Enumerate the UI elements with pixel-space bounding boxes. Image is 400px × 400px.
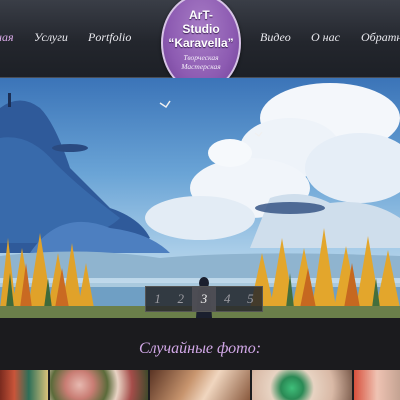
- random-photos-strip: [0, 370, 400, 400]
- nav-item-services[interactable]: Услуги: [34, 30, 68, 45]
- hero-slide-image: [0, 78, 400, 318]
- logo-title-line3: “Karavella”: [168, 36, 234, 50]
- painted-landscape: [0, 83, 400, 318]
- nav-item-about[interactable]: О нас: [311, 30, 340, 45]
- random-photo-thumb[interactable]: [252, 370, 352, 400]
- random-photo-thumb[interactable]: [150, 370, 250, 400]
- random-photo-thumb[interactable]: [0, 370, 48, 400]
- slider-page-5[interactable]: 5: [239, 287, 262, 311]
- slider-pager: 1 2 3 4 5: [145, 286, 263, 312]
- logo-title-line1: ArT-: [189, 8, 213, 22]
- nav-item-portfolio[interactable]: Portfolio: [88, 30, 131, 45]
- slider-page-1[interactable]: 1: [146, 287, 169, 311]
- random-photo-thumb[interactable]: [354, 370, 400, 400]
- logo-title-line2: Studio: [182, 22, 220, 36]
- nav-item-contact[interactable]: Обратна: [361, 30, 400, 45]
- nav-item-home[interactable]: ная: [0, 30, 14, 45]
- nav-item-video[interactable]: Видео: [260, 30, 291, 45]
- slider-page-4[interactable]: 4: [216, 287, 239, 311]
- slider-page-2[interactable]: 2: [169, 287, 192, 311]
- slider-page-3[interactable]: 3: [192, 287, 216, 311]
- random-photos-heading: Случайные фото:: [138, 340, 262, 357]
- random-photo-thumb[interactable]: [50, 370, 148, 400]
- logo-subtitle-line2: Мастерская: [181, 62, 221, 71]
- logo-subtitle-line1: Творческая: [183, 53, 219, 62]
